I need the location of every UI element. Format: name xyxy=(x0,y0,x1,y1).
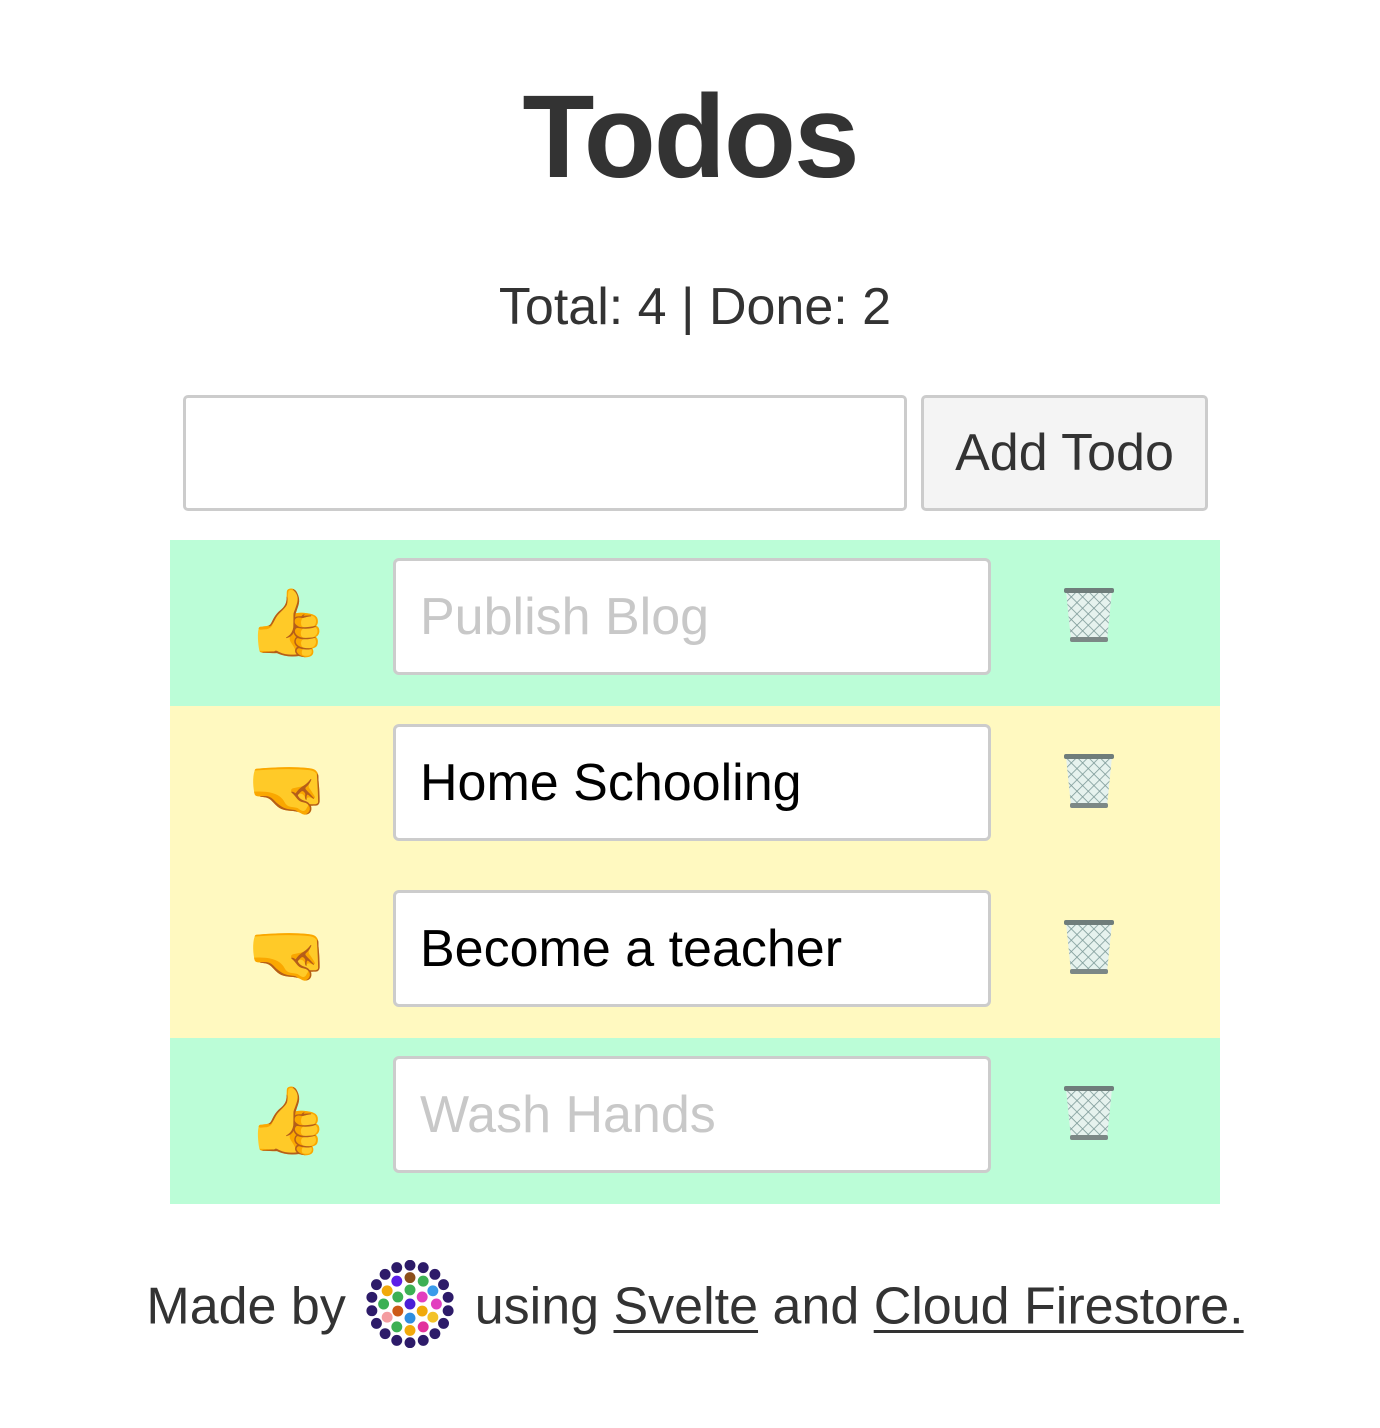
todo-text-input[interactable] xyxy=(393,724,991,841)
todo-row: 🤜 xyxy=(170,706,1220,872)
logo-dot xyxy=(418,1262,429,1274)
wastebasket-icon[interactable] xyxy=(1060,751,1118,811)
logo-dot xyxy=(429,1268,441,1280)
logo-dot xyxy=(427,1285,439,1297)
logo-dot xyxy=(366,1305,378,1317)
footer-using: using xyxy=(474,1277,600,1336)
logo-dot xyxy=(379,1328,391,1340)
logo-dot xyxy=(438,1279,450,1291)
logo-dot xyxy=(366,1291,378,1303)
add-todo-button[interactable]: Add Todo xyxy=(921,395,1208,511)
thumbs-up-icon[interactable]: 👍 xyxy=(247,1038,329,1204)
logo-dot xyxy=(438,1317,450,1329)
logo-dot xyxy=(379,1268,391,1280)
todo-text-input[interactable] xyxy=(393,890,991,1007)
logo-dot xyxy=(391,1321,403,1333)
todo-text-input[interactable] xyxy=(393,558,991,675)
logo-dot xyxy=(429,1328,441,1340)
logo-dot xyxy=(418,1334,429,1346)
new-todo-input[interactable] xyxy=(183,395,907,511)
logo-dot xyxy=(391,1275,403,1287)
logo-dot xyxy=(418,1275,429,1287)
cloud-firestore-link[interactable]: Cloud Firestore. xyxy=(874,1278,1244,1336)
fist-icon[interactable]: 🤜 xyxy=(247,706,329,872)
logo-dot xyxy=(417,1291,428,1303)
footer: Made by using Svelte and Cloud Firestore… xyxy=(0,1260,1380,1354)
fist-icon[interactable]: 🤜 xyxy=(247,872,329,1038)
logo-dot xyxy=(378,1298,390,1310)
todo-row: 👍 xyxy=(170,1038,1220,1204)
todo-list: 👍 🤜 🤜 xyxy=(170,540,1220,1204)
logo-dot xyxy=(391,1334,403,1346)
logo-dot xyxy=(391,1262,403,1274)
todo-stats: Total: 4 | Done: 2 xyxy=(498,278,892,336)
todo-text-input[interactable] xyxy=(393,1056,991,1173)
logo-dot xyxy=(404,1260,416,1271)
logo-dot xyxy=(404,1284,416,1296)
logo-dot xyxy=(442,1291,454,1303)
logo-dot xyxy=(392,1305,404,1317)
logo-dot xyxy=(417,1305,428,1317)
footer-and: and xyxy=(772,1277,860,1336)
logo-dot xyxy=(404,1272,416,1284)
footer-made-by: Made by xyxy=(146,1277,346,1336)
logo-dot xyxy=(404,1337,416,1348)
logo-dot xyxy=(371,1317,383,1329)
logo-dot xyxy=(371,1279,383,1291)
page-title: Todos xyxy=(522,71,859,203)
todo-row: 🤜 xyxy=(170,872,1220,1038)
logo-dot xyxy=(381,1311,393,1323)
thumbs-up-icon[interactable]: 👍 xyxy=(247,540,329,706)
logo-dot xyxy=(392,1291,404,1303)
logo-dot xyxy=(427,1311,439,1323)
wastebasket-icon[interactable] xyxy=(1060,585,1118,645)
todo-row: 👍 xyxy=(170,540,1220,706)
logo-dot xyxy=(404,1298,416,1310)
logo-dot xyxy=(381,1285,393,1297)
logo-dot xyxy=(404,1312,416,1324)
author-logo-icon xyxy=(366,1260,454,1348)
logo-dot xyxy=(418,1321,429,1333)
wastebasket-icon[interactable] xyxy=(1060,917,1118,977)
logo-dot xyxy=(442,1305,454,1317)
svelte-link[interactable]: Svelte xyxy=(614,1278,759,1336)
logo-dot xyxy=(404,1324,416,1336)
wastebasket-icon[interactable] xyxy=(1060,1083,1118,1143)
logo-dot xyxy=(431,1298,443,1310)
